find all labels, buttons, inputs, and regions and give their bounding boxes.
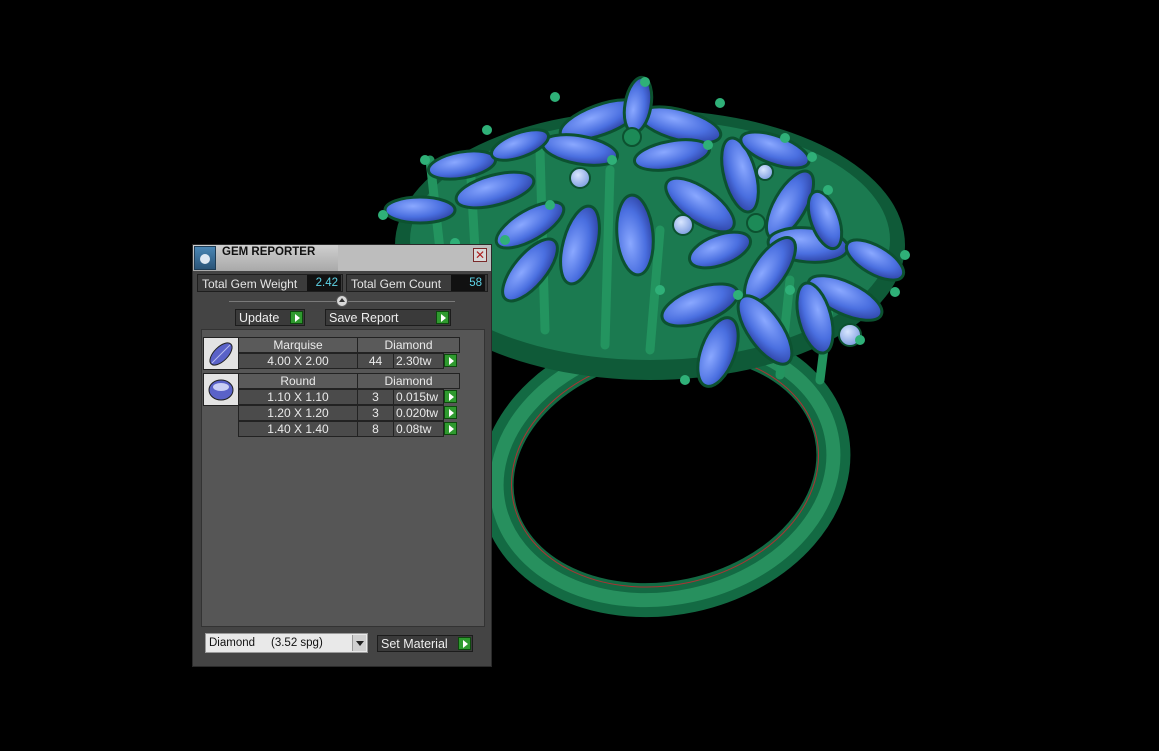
gem-weight-cell: 2.30tw bbox=[393, 353, 444, 369]
play-arrow-icon[interactable] bbox=[444, 422, 457, 435]
play-arrow-icon[interactable] bbox=[444, 406, 457, 419]
close-icon[interactable]: ✕ bbox=[473, 248, 487, 262]
gem-material-header: Diamond bbox=[357, 373, 460, 389]
gem-count-cell: 8 bbox=[357, 421, 394, 437]
panel-titlebar[interactable]: GEM REPORTER ✕ bbox=[193, 245, 491, 271]
gem-size-cell: 1.10 X 1.10 bbox=[238, 389, 358, 405]
gem-reporter-icon bbox=[194, 246, 216, 270]
gem-shape-header: Marquise bbox=[238, 337, 358, 353]
3d-viewport[interactable] bbox=[0, 0, 1159, 751]
gem-size-cell: 1.20 X 1.20 bbox=[238, 405, 358, 421]
play-arrow-icon[interactable] bbox=[444, 390, 457, 403]
material-select-value: Diamond (3.52 spg) bbox=[209, 637, 323, 649]
save-report-button-label: Save Report bbox=[329, 311, 399, 325]
collapse-toggle-icon[interactable] bbox=[336, 295, 348, 307]
gem-weight-cell: 0.015tw bbox=[393, 389, 444, 405]
gem-material-header: Diamond bbox=[357, 337, 460, 353]
gem-size-cell: 1.40 X 1.40 bbox=[238, 421, 358, 437]
set-material-button[interactable]: Set Material bbox=[377, 635, 473, 652]
gem-weight-cell: 0.08tw bbox=[393, 421, 444, 437]
panel-title: GEM REPORTER bbox=[222, 246, 316, 258]
save-report-button[interactable]: Save Report bbox=[325, 309, 451, 326]
total-gem-weight-value: 2.42 bbox=[307, 275, 341, 291]
gem-size-cell: 4.00 X 2.00 bbox=[238, 353, 358, 369]
round-gem-icon[interactable] bbox=[203, 373, 239, 406]
gem-count-cell: 3 bbox=[357, 405, 394, 421]
play-arrow-icon bbox=[436, 311, 449, 324]
set-material-button-label: Set Material bbox=[381, 637, 448, 651]
gem-weight-cell: 0.020tw bbox=[393, 405, 444, 421]
chevron-down-icon[interactable] bbox=[352, 635, 366, 651]
update-button-label: Update bbox=[239, 311, 280, 325]
gem-count-cell: 3 bbox=[357, 389, 394, 405]
gem-shape-header: Round bbox=[238, 373, 358, 389]
titlebar-tab-area bbox=[338, 245, 491, 271]
gem-list: Marquise Diamond 4.00 X 2.00 44 2.30tw R… bbox=[201, 329, 485, 627]
gem-reporter-panel: GEM REPORTER ✕ Total Gem Weight 2.42 Tot… bbox=[192, 244, 492, 667]
play-arrow-icon[interactable] bbox=[444, 354, 457, 367]
material-select[interactable]: Diamond (3.52 spg) bbox=[205, 633, 368, 653]
update-button[interactable]: Update bbox=[235, 309, 305, 326]
play-arrow-icon bbox=[458, 637, 471, 650]
total-gem-count-value: 58 bbox=[451, 275, 485, 291]
marquise-gem-icon[interactable] bbox=[203, 337, 239, 370]
gem-count-cell: 44 bbox=[357, 353, 394, 369]
play-arrow-icon bbox=[290, 311, 303, 324]
